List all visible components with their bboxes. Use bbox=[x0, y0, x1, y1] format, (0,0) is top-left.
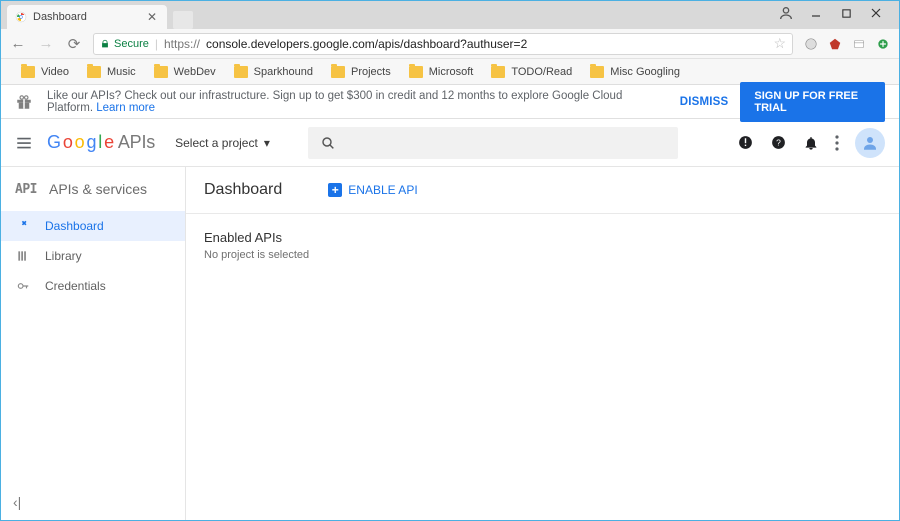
sidebar-item-credentials[interactable]: Credentials bbox=[1, 271, 185, 301]
more-icon[interactable] bbox=[835, 135, 839, 151]
maximize-icon[interactable] bbox=[831, 3, 861, 23]
folder-icon bbox=[409, 66, 423, 78]
bookmark-label: Projects bbox=[351, 66, 391, 78]
plus-icon: + bbox=[328, 183, 342, 197]
bookmark-label: WebDev bbox=[174, 66, 216, 78]
bookmark-label: Microsoft bbox=[429, 66, 474, 78]
folder-icon bbox=[590, 66, 604, 78]
free-trial-button[interactable]: SIGN UP FOR FREE TRIAL bbox=[740, 82, 885, 122]
learn-more-link[interactable]: Learn more bbox=[96, 102, 155, 114]
console-header: Google APIs Select a project ▾ ? bbox=[1, 119, 899, 167]
main: Dashboard + ENABLE API Enabled APIs No p… bbox=[186, 167, 899, 520]
sidebar-item-label: Credentials bbox=[45, 279, 106, 293]
browser-tab[interactable]: Dashboard ✕ bbox=[7, 5, 167, 29]
bookmark-folder[interactable]: WebDev bbox=[154, 66, 216, 78]
sidebar-title: API APIs & services bbox=[1, 167, 185, 211]
notifications-icon[interactable] bbox=[803, 135, 819, 151]
folder-icon bbox=[234, 66, 248, 78]
bookmark-folder[interactable]: Music bbox=[87, 66, 136, 78]
bookmark-folder[interactable]: Projects bbox=[331, 66, 391, 78]
avatar[interactable] bbox=[855, 128, 885, 158]
folder-icon bbox=[491, 66, 505, 78]
sidebar-item-label: Library bbox=[45, 249, 82, 263]
account-icon[interactable] bbox=[771, 3, 801, 23]
project-selector[interactable]: Select a project ▾ bbox=[175, 136, 270, 150]
page-title: Dashboard bbox=[204, 181, 282, 199]
promo-banner: Like our APIs? Check out our infrastruct… bbox=[1, 85, 899, 119]
bookmark-folder[interactable]: Misc Googling bbox=[590, 66, 680, 78]
menu-icon[interactable] bbox=[15, 134, 33, 152]
chevron-down-icon: ▾ bbox=[264, 136, 270, 150]
bookmark-folder[interactable]: Video bbox=[21, 66, 69, 78]
tab-strip: Dashboard ✕ bbox=[1, 1, 899, 29]
forward-icon[interactable]: → bbox=[37, 35, 55, 52]
gift-icon bbox=[15, 93, 33, 111]
extension-icon[interactable] bbox=[803, 36, 819, 52]
reload-icon[interactable]: ⟳ bbox=[65, 35, 83, 53]
empty-message: No project is selected bbox=[204, 249, 881, 261]
enable-api-button[interactable]: + ENABLE API bbox=[328, 183, 417, 197]
folder-icon bbox=[331, 66, 345, 78]
new-tab-button[interactable] bbox=[173, 11, 193, 29]
url-scheme: https:// bbox=[164, 37, 200, 51]
bookmark-label: Sparkhound bbox=[254, 66, 313, 78]
workspace: API APIs & services Dashboard Library Cr… bbox=[1, 167, 899, 520]
folder-icon bbox=[21, 66, 35, 78]
favicon-icon bbox=[15, 11, 27, 23]
dismiss-button[interactable]: DISMISS bbox=[680, 96, 729, 108]
extension-icon[interactable] bbox=[851, 36, 867, 52]
back-icon[interactable]: ← bbox=[9, 35, 27, 52]
bookmark-label: Misc Googling bbox=[610, 66, 680, 78]
google-apis-logo[interactable]: Google APIs bbox=[47, 132, 155, 153]
bookmark-label: Music bbox=[107, 66, 136, 78]
search-icon bbox=[320, 135, 336, 151]
svg-text:?: ? bbox=[776, 137, 781, 147]
section-title: Enabled APIs bbox=[204, 230, 881, 245]
alert-icon[interactable] bbox=[737, 134, 754, 151]
folder-icon bbox=[87, 66, 101, 78]
sidebar: API APIs & services Dashboard Library Cr… bbox=[1, 167, 186, 520]
tab-title: Dashboard bbox=[33, 11, 87, 23]
extension-icon[interactable] bbox=[875, 36, 891, 52]
collapse-sidebar-icon[interactable]: ‹| bbox=[1, 484, 185, 520]
dashboard-icon bbox=[15, 219, 31, 233]
extension-icon[interactable] bbox=[827, 36, 843, 52]
sidebar-item-library[interactable]: Library bbox=[1, 241, 185, 271]
extension-icons bbox=[803, 36, 891, 52]
secure-label: Secure bbox=[114, 38, 149, 50]
person-icon bbox=[861, 134, 879, 152]
minimize-icon[interactable] bbox=[801, 3, 831, 23]
library-icon bbox=[15, 249, 31, 263]
content: Enabled APIs No project is selected bbox=[186, 214, 899, 277]
sidebar-item-label: Dashboard bbox=[45, 219, 104, 233]
bookmark-folder[interactable]: Sparkhound bbox=[234, 66, 313, 78]
page-header: Dashboard + ENABLE API bbox=[186, 167, 899, 214]
url-path: console.developers.google.com/apis/dashb… bbox=[206, 37, 527, 51]
bookmark-folder[interactable]: TODO/Read bbox=[491, 66, 572, 78]
bookmark-label: TODO/Read bbox=[511, 66, 572, 78]
bookmark-star-icon[interactable]: ☆ bbox=[773, 35, 786, 52]
api-icon: API bbox=[15, 182, 37, 197]
bookmark-label: Video bbox=[41, 66, 69, 78]
lock-icon: Secure bbox=[100, 38, 149, 50]
sidebar-item-dashboard[interactable]: Dashboard bbox=[1, 211, 185, 241]
folder-icon bbox=[154, 66, 168, 78]
key-icon bbox=[15, 279, 31, 293]
address-bar: ← → ⟳ Secure | https://console.developer… bbox=[1, 29, 899, 59]
omnibox[interactable]: Secure | https://console.developers.goog… bbox=[93, 33, 793, 55]
help-icon[interactable]: ? bbox=[770, 134, 787, 151]
search-input[interactable] bbox=[308, 127, 678, 159]
close-icon[interactable]: ✕ bbox=[147, 10, 157, 24]
bookmark-folder[interactable]: Microsoft bbox=[409, 66, 474, 78]
promo-text: Like our APIs? Check out our infrastruct… bbox=[47, 90, 666, 114]
window-close-icon[interactable] bbox=[861, 3, 891, 23]
